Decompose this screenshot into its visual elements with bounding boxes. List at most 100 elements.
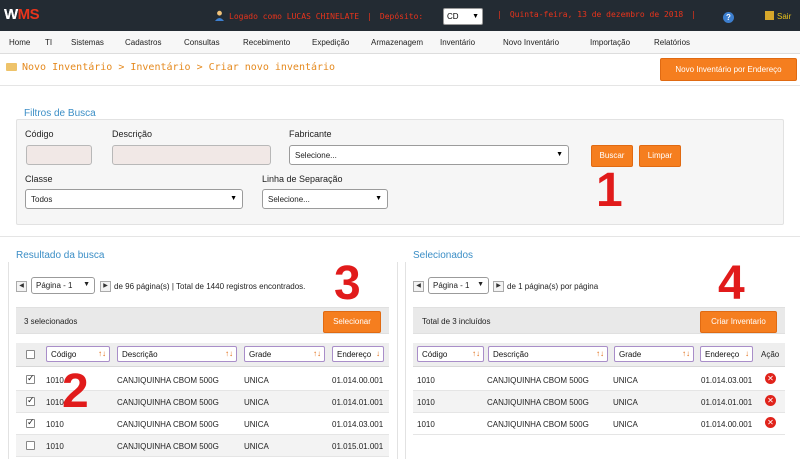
- prev-page-icon[interactable]: ◀: [413, 281, 424, 292]
- menu-item-home[interactable]: Home: [9, 38, 30, 47]
- limpar-button[interactable]: Limpar: [639, 145, 681, 167]
- sort-icon: ↓: [376, 349, 380, 358]
- row-checkbox[interactable]: [26, 373, 35, 384]
- sort-icon: ↓: [745, 349, 749, 358]
- exit-button[interactable]: Sair: [765, 11, 791, 21]
- breadcrumb: Novo Inventário > Inventário > Criar nov…: [6, 62, 335, 73]
- menu-item-inventario[interactable]: Inventário: [440, 38, 475, 47]
- chevron-down-icon: ▼: [477, 281, 484, 288]
- classe-value: Todos: [31, 195, 53, 204]
- col-descricao[interactable]: Descrição ↑↓: [488, 346, 608, 362]
- menu-item-importacao[interactable]: Importação: [590, 38, 630, 47]
- logged-user: Logado como LUCAS CHINELATE: [229, 12, 360, 21]
- results-page-select[interactable]: Página - 1 ▼: [31, 277, 95, 294]
- prev-page-icon[interactable]: ◀: [16, 281, 27, 292]
- cell-descricao: CANJIQUINHA CBOM 500G: [117, 442, 219, 451]
- row-checkbox[interactable]: [26, 441, 35, 450]
- menu-item-sistemas[interactable]: Sistemas: [71, 38, 104, 47]
- linha-separacao-select[interactable]: Selecione... ▼: [262, 189, 388, 209]
- new-inventory-by-address-button[interactable]: Novo Inventário por Endereço: [660, 58, 797, 81]
- cell-grade: UNICA: [244, 398, 269, 407]
- remove-icon[interactable]: ✕: [765, 373, 776, 384]
- current-date: Quinta-feira, 13 de dezembro de 2018: [509, 10, 684, 19]
- col-acao: Ação: [761, 350, 780, 359]
- logo-text: MS: [17, 6, 40, 23]
- results-border-left: [8, 262, 9, 459]
- menu-item-novo-inventario[interactable]: Novo Inventário: [503, 38, 559, 47]
- exit-label: Sair: [777, 12, 792, 21]
- classe-label: Classe: [25, 174, 53, 184]
- col-codigo[interactable]: Código ↑↓: [46, 346, 110, 362]
- selected-count: 3 selecionados: [24, 317, 78, 326]
- remove-icon[interactable]: ✕: [765, 395, 776, 406]
- menu-item-relatorios[interactable]: Relatórios: [654, 38, 690, 47]
- menu-item-cadastros[interactable]: Cadastros: [125, 38, 161, 47]
- row-checkbox[interactable]: [26, 417, 35, 428]
- menu-item-ti[interactable]: TI: [45, 38, 52, 47]
- cell-endereco: 01.015.01.001: [332, 442, 384, 451]
- annotation-2: 2: [62, 365, 89, 418]
- cell-codigo: 1010: [46, 442, 64, 451]
- cell-grade: UNICA: [613, 420, 638, 429]
- cell-codigo: 1010: [417, 420, 435, 429]
- selected-page-select[interactable]: Página - 1 ▼: [428, 277, 489, 294]
- header-info: Logado como LUCAS CHINELATE | Depósito:: [214, 10, 423, 21]
- next-page-icon[interactable]: ▶: [100, 281, 111, 292]
- col-descricao-label: Descrição: [122, 350, 158, 359]
- cell-grade: UNICA: [244, 420, 269, 429]
- deposito-select[interactable]: CD ▼: [443, 8, 483, 25]
- annotation-4: 4: [718, 257, 745, 310]
- table-row: 1010 CANJIQUINHA CBOM 500G UNICA 01.014.…: [413, 391, 785, 413]
- col-endereco[interactable]: Endereço ↓: [332, 346, 384, 362]
- table-row: 1010 CANJIQUINHA CBOM 500G UNICA 01.014.…: [413, 369, 785, 391]
- annotation-1: 1: [596, 164, 623, 217]
- menu-item-expedicao[interactable]: Expedição: [312, 38, 349, 47]
- cell-codigo: 1010: [417, 376, 435, 385]
- cell-descricao: CANJIQUINHA CBOM 500G: [487, 376, 589, 385]
- col-grade[interactable]: Grade ↑↓: [244, 346, 325, 362]
- chevron-down-icon: ▼: [556, 151, 563, 158]
- cell-codigo: 1010: [417, 398, 435, 407]
- col-codigo[interactable]: Código ↑↓: [417, 346, 484, 362]
- chevron-down-icon: ▼: [375, 195, 382, 202]
- remove-icon[interactable]: ✕: [765, 417, 776, 428]
- col-codigo-label: Código: [51, 350, 77, 359]
- sort-icon: ↑↓: [682, 349, 690, 358]
- top-bar: WMS Logado como LUCAS CHINELATE | Depósito…: [0, 0, 800, 31]
- menu-item-recebimento[interactable]: Recebimento: [243, 38, 290, 47]
- results-page-info: de 96 página(s) | Total de 1440 registro…: [114, 282, 306, 291]
- annotation-3: 3: [334, 257, 361, 310]
- classe-select[interactable]: Todos ▼: [25, 189, 243, 209]
- table-row: 1010 CANJIQUINHA CBOM 500G UNICA 01.014.…: [413, 413, 785, 435]
- menu-item-consultas[interactable]: Consultas: [184, 38, 220, 47]
- chevron-down-icon: ▼: [472, 13, 479, 20]
- col-descricao-label: Descrição: [493, 350, 529, 359]
- table-row[interactable]: 1010 CANJIQUINHA CBOM 500G UNICA 01.015.…: [16, 435, 389, 457]
- col-endereco-label: Endereço: [705, 350, 740, 359]
- col-descricao[interactable]: Descrição ↑↓: [117, 346, 237, 362]
- help-icon[interactable]: ?: [723, 12, 734, 23]
- chevron-down-icon: ▼: [83, 281, 90, 288]
- cell-codigo: 1010: [46, 420, 64, 429]
- cell-descricao: CANJIQUINHA CBOM 500G: [117, 420, 219, 429]
- codigo-input[interactable]: [26, 145, 92, 165]
- select-all-checkbox[interactable]: [26, 350, 35, 359]
- criar-inventario-button[interactable]: Criar Inventario: [700, 311, 777, 333]
- cell-grade: UNICA: [244, 442, 269, 451]
- app-logo[interactable]: WMS: [4, 6, 40, 23]
- cell-descricao: CANJIQUINHA CBOM 500G: [117, 376, 219, 385]
- linha-separacao-label: Linha de Separação: [262, 174, 343, 184]
- fabricante-select[interactable]: Selecione... ▼: [289, 145, 569, 165]
- next-page-icon[interactable]: ▶: [493, 281, 504, 292]
- col-grade[interactable]: Grade ↑↓: [614, 346, 694, 362]
- selecionar-button[interactable]: Selecionar: [323, 311, 381, 333]
- cell-descricao: CANJIQUINHA CBOM 500G: [487, 420, 589, 429]
- menu-item-armazenagem[interactable]: Armazenagem: [371, 38, 423, 47]
- col-grade-label: Grade: [619, 350, 642, 359]
- col-grade-label: Grade: [249, 350, 272, 359]
- col-endereco[interactable]: Endereço ↓: [700, 346, 753, 362]
- descricao-input[interactable]: [112, 145, 271, 165]
- exit-icon: [765, 11, 774, 20]
- filters-title: Filtros de Busca: [24, 108, 96, 119]
- row-checkbox[interactable]: [26, 395, 35, 406]
